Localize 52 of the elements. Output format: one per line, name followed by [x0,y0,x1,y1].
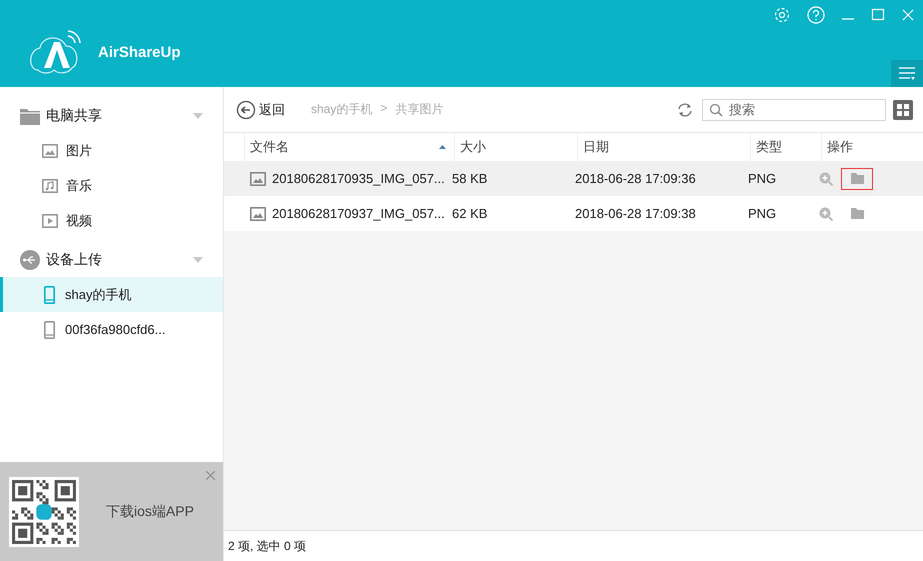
qr-code-drawing [9,476,79,546]
play-icon [42,214,58,228]
phone-icon [44,320,55,338]
music-icon [42,178,58,192]
file-date: 2018-06-28 17:09:38 [575,206,696,221]
file-name: 20180628170935_IMG_057... [272,171,445,186]
app-title: AirShareUp [98,44,181,61]
file-name: 20180628170937_IMG_057... [272,206,445,221]
file-date: 2018-06-28 17:09:36 [575,171,696,186]
sidebar-section-header[interactable]: 设备上传 [0,242,223,277]
zoom-in-icon[interactable] [819,172,833,186]
refresh-icon[interactable] [676,102,694,118]
back-button[interactable]: 返回 [236,100,285,120]
image-file-icon [250,206,266,220]
maximize-icon[interactable] [871,8,885,22]
sidebar-item[interactable]: 图片 [0,133,223,168]
file-row[interactable]: 20180628170935_IMG_057... 58 KB 2018-06-28 17:09:36 PNG [224,161,923,196]
menu-icon [898,66,916,82]
status-bar: 2 项, 选中 0 项 [224,530,923,561]
promo-text: 下载ios端APP [106,502,194,520]
file-row[interactable]: 20180628170937_IMG_057... 62 KB 2018-06-28 17:09:38 PNG [224,196,923,231]
caret-icon [193,256,203,262]
file-type: PNG [748,206,776,221]
caret-icon [193,112,203,118]
image-file-icon [250,172,266,186]
sidebar-item[interactable]: shay的手机 [0,277,223,312]
zoom-in-icon[interactable] [819,206,833,220]
logo-icon [28,30,82,76]
folder-icon [850,208,864,219]
file-type: PNG [748,171,776,186]
menu-button[interactable] [891,60,923,87]
open-folder-button[interactable] [841,168,873,190]
sidebar-item[interactable]: 视频 [0,203,223,238]
sort-ascending-icon [439,145,446,149]
breadcrumb-separator: > [380,101,388,117]
folder-icon [20,106,40,124]
folder-icon [850,173,864,184]
phone-icon [44,286,55,304]
settings-icon[interactable] [773,6,791,24]
close-icon[interactable] [206,471,215,480]
grid-icon [897,104,909,116]
file-size: 62 KB [452,206,488,221]
file-size: 58 KB [452,171,488,186]
sidebar-item[interactable]: 音乐 [0,168,223,203]
sidebar-section-header[interactable]: 电脑共享 [0,98,223,133]
usb-icon [20,250,40,270]
sidebar-item[interactable]: 00f36fa980cfd6... [0,312,223,347]
help-icon[interactable] [807,6,825,24]
search-field[interactable]: 搜索 [702,98,886,120]
image-icon [42,144,58,158]
search-icon [709,102,723,116]
grid-view-button[interactable] [893,100,913,120]
